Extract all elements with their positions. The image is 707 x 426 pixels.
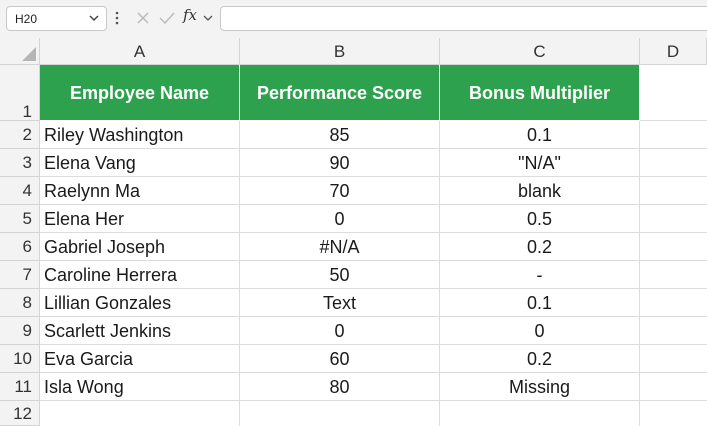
column-header-c[interactable]: C [440, 38, 640, 65]
table-cell[interactable]: Caroline Herrera [40, 261, 240, 289]
chevron-down-icon[interactable] [88, 11, 100, 25]
table-cell[interactable]: blank [440, 177, 640, 205]
table-cell[interactable] [640, 373, 707, 401]
table-cell[interactable] [640, 233, 707, 261]
table-cell[interactable]: 90 [240, 149, 440, 177]
table-cell[interactable]: 0 [440, 317, 640, 345]
function-icon[interactable]: fx [183, 6, 197, 24]
table-cell[interactable] [640, 345, 707, 373]
row-header-9[interactable]: 9 [0, 317, 40, 345]
formula-input[interactable] [220, 6, 707, 31]
table-cell[interactable]: 50 [240, 261, 440, 289]
row-header-2[interactable]: 2 [0, 121, 40, 149]
table-cell[interactable] [640, 121, 707, 149]
table-cell[interactable]: Missing [440, 373, 640, 401]
table-cell[interactable]: Raelynn Ma [40, 177, 240, 205]
table-header-cell[interactable]: Bonus Multiplier [440, 65, 640, 121]
column-header-a[interactable]: A [40, 38, 240, 65]
select-all-corner[interactable] [0, 38, 40, 65]
column-header-d[interactable]: D [640, 38, 707, 65]
table-cell[interactable] [440, 401, 640, 426]
table-cell[interactable]: Text [240, 289, 440, 317]
formula-bar: H20 fx [0, 0, 707, 38]
chevron-down-icon[interactable] [202, 12, 214, 24]
row-header-6[interactable]: 6 [0, 233, 40, 261]
check-icon[interactable] [157, 8, 177, 28]
row-header-10[interactable]: 10 [0, 345, 40, 373]
table-cell[interactable]: 60 [240, 345, 440, 373]
table-cell[interactable] [640, 289, 707, 317]
name-box[interactable]: H20 [6, 6, 107, 31]
more-options-icon[interactable] [114, 9, 120, 27]
table-cell[interactable] [640, 401, 707, 426]
row-header-4[interactable]: 4 [0, 177, 40, 205]
table-cell[interactable]: Isla Wong [40, 373, 240, 401]
row-header-11[interactable]: 11 [0, 373, 40, 401]
table-cell[interactable]: 80 [240, 373, 440, 401]
table-cell[interactable]: 0.2 [440, 233, 640, 261]
row-header-1[interactable]: 1 [0, 65, 40, 121]
table-cell[interactable] [240, 401, 440, 426]
table-cell[interactable] [640, 65, 707, 121]
table-cell[interactable] [640, 205, 707, 233]
table-cell[interactable]: - [440, 261, 640, 289]
table-cell[interactable]: Elena Her [40, 205, 240, 233]
table-cell[interactable]: 0 [240, 205, 440, 233]
name-box-value: H20 [15, 12, 38, 26]
table-cell[interactable] [640, 177, 707, 205]
table-cell[interactable] [640, 261, 707, 289]
table-cell[interactable]: #N/A [240, 233, 440, 261]
table-cell[interactable] [640, 317, 707, 345]
table-cell[interactable]: 70 [240, 177, 440, 205]
table-header-cell[interactable]: Employee Name [40, 65, 240, 121]
table-cell[interactable]: Scarlett Jenkins [40, 317, 240, 345]
table-header-cell[interactable]: Performance Score [240, 65, 440, 121]
table-cell[interactable]: Gabriel Joseph [40, 233, 240, 261]
table-cell[interactable]: 0.1 [440, 289, 640, 317]
table-cell[interactable]: 0 [240, 317, 440, 345]
row-header-12[interactable]: 12 [0, 401, 40, 426]
column-header-b[interactable]: B [240, 38, 440, 65]
table-cell[interactable] [640, 149, 707, 177]
table-cell[interactable]: "N/A" [440, 149, 640, 177]
row-header-5[interactable]: 5 [0, 205, 40, 233]
table-cell[interactable]: Elena Vang [40, 149, 240, 177]
row-header-7[interactable]: 7 [0, 261, 40, 289]
table-cell[interactable]: 0.1 [440, 121, 640, 149]
row-header-3[interactable]: 3 [0, 149, 40, 177]
table-cell[interactable] [40, 401, 240, 426]
row-header-8[interactable]: 8 [0, 289, 40, 317]
table-cell[interactable]: Riley Washington [40, 121, 240, 149]
table-cell[interactable]: 85 [240, 121, 440, 149]
table-cell[interactable]: 0.5 [440, 205, 640, 233]
table-cell[interactable]: Eva Garcia [40, 345, 240, 373]
cancel-icon[interactable] [134, 8, 152, 28]
table-cell[interactable]: 0.2 [440, 345, 640, 373]
select-all-icon [22, 47, 36, 61]
table-cell[interactable]: Lillian Gonzales [40, 289, 240, 317]
